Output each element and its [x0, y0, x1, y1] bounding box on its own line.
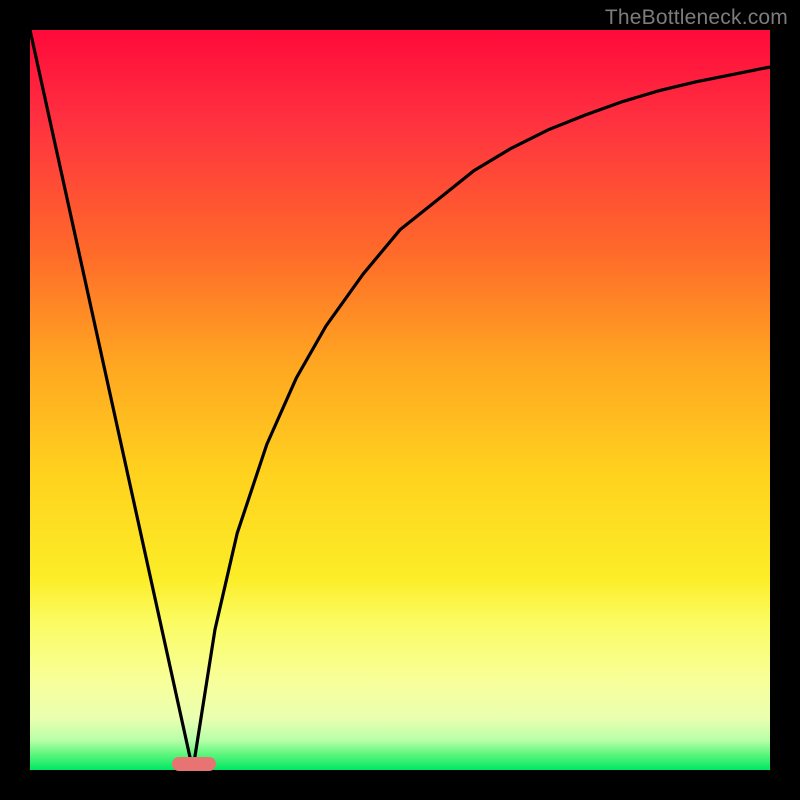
chart-frame: TheBottleneck.com: [0, 0, 800, 800]
curve-left-linear: [30, 30, 193, 770]
curve-right: [193, 67, 770, 770]
watermark-text: TheBottleneck.com: [605, 6, 788, 30]
chart-curves: [30, 30, 770, 770]
min-marker: [172, 757, 216, 771]
